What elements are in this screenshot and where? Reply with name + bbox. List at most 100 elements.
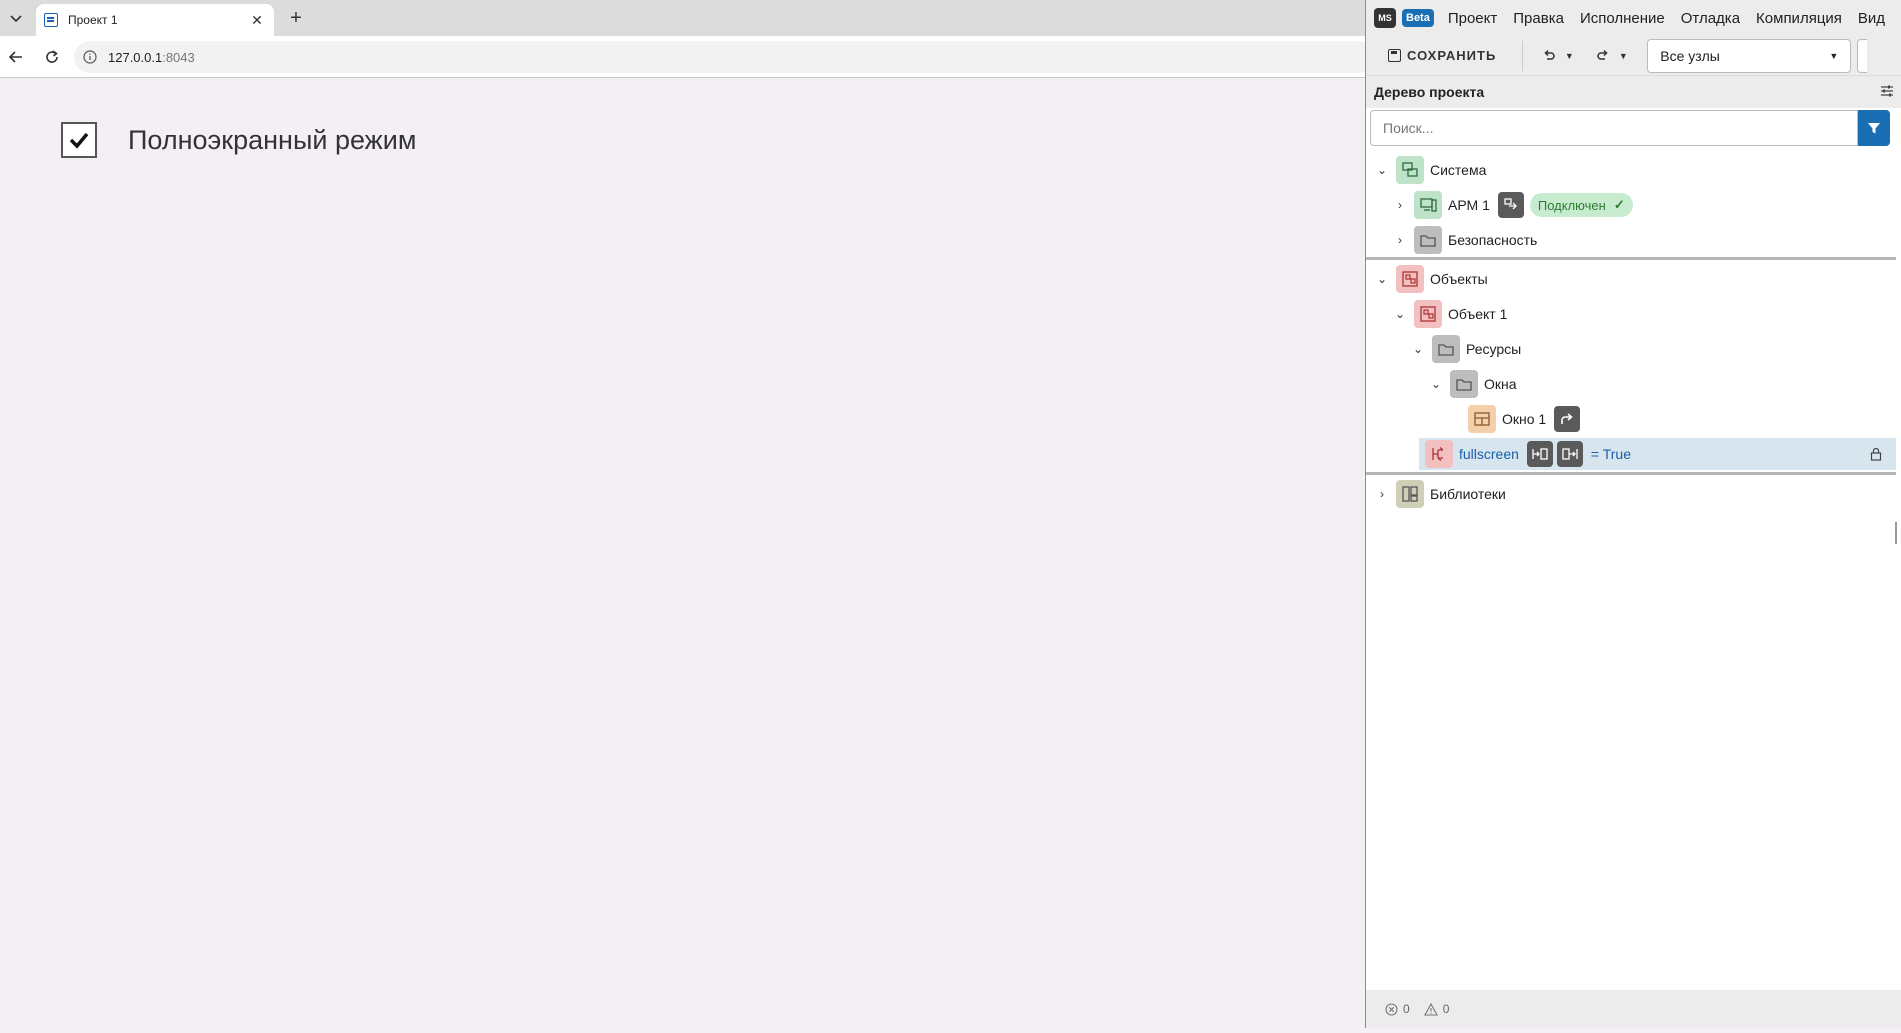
redo-icon[interactable] — [1591, 44, 1615, 68]
error-count[interactable]: 0 — [1384, 1002, 1410, 1016]
tree-node-label: АРМ 1 — [1448, 197, 1490, 213]
menu-debug[interactable]: Отладка — [1681, 10, 1740, 27]
error-icon — [1384, 1002, 1398, 1016]
status-text: Подключен — [1537, 197, 1606, 213]
tree-node-libraries[interactable]: › Библиотеки — [1366, 478, 1896, 510]
window-icon — [1468, 405, 1496, 433]
address-bar[interactable]: 127.0.0.1:8043 — [74, 41, 1374, 73]
page-favicon-icon — [44, 13, 58, 27]
tree-search-row — [1370, 110, 1890, 146]
menu-project[interactable]: Проект — [1448, 10, 1497, 27]
new-tab-button[interactable]: + — [284, 6, 308, 30]
site-info-icon[interactable] — [82, 49, 98, 65]
tree-node-label: Объекты — [1430, 271, 1488, 287]
ms-logo: MS — [1374, 8, 1396, 28]
toolbar-divider — [1522, 40, 1524, 71]
tree-section-divider — [1366, 472, 1896, 475]
undo-history-caret-icon[interactable]: ▼ — [1561, 44, 1577, 68]
tree-node-label: Ресурсы — [1466, 341, 1522, 357]
tree-node-resources[interactable]: ⌄ Ресурсы — [1366, 333, 1896, 365]
tree-node-objects[interactable]: ⌄ Объекты — [1366, 263, 1896, 295]
tree-node-label: Безопасность — [1448, 232, 1538, 248]
output-binding-icon[interactable] — [1556, 441, 1583, 467]
lock-icon[interactable] — [1868, 446, 1884, 462]
tree-node-window1[interactable]: Окно 1 — [1366, 403, 1896, 435]
collapsed-chevron-icon[interactable]: › — [1372, 484, 1392, 504]
fullscreen-checkbox[interactable] — [61, 122, 97, 158]
menu-run[interactable]: Исполнение — [1580, 10, 1665, 27]
tab-title: Проект 1 — [68, 13, 118, 27]
tree-node-windows[interactable]: ⌄ Окна — [1366, 368, 1896, 400]
libraries-icon — [1396, 480, 1424, 508]
toolbar-overflow-field[interactable] — [1857, 38, 1868, 73]
tree-node-object1[interactable]: ⌄ Объект 1 — [1366, 298, 1896, 330]
collapsed-chevron-icon[interactable]: › — [1390, 230, 1410, 250]
tab-close-icon[interactable]: ✕ — [248, 11, 266, 29]
beta-badge: Beta — [1402, 9, 1434, 27]
connection-tag-icon[interactable] — [1497, 192, 1524, 218]
tree-node-label: Окно 1 — [1502, 411, 1547, 427]
save-disk-icon — [1388, 49, 1401, 62]
ide-panel: MS Beta Проект Правка Исполнение Отладка… — [1365, 0, 1901, 1028]
tree-scrollbar[interactable] — [1895, 522, 1897, 544]
save-button-label: СОХРАНИТЬ — [1407, 48, 1497, 63]
expanded-chevron-icon[interactable]: ⌄ — [1390, 304, 1410, 324]
ide-toolbar: СОХРАНИТЬ ▼ ▼ Все узлы ▼ — [1366, 36, 1901, 76]
tree-node-system[interactable]: ⌄ Система — [1366, 154, 1896, 186]
nodes-filter-select[interactable]: Все узлы ▼ — [1647, 38, 1852, 73]
tree-node-security[interactable]: › Безопасность — [1366, 224, 1896, 256]
filter-icon — [1868, 123, 1880, 134]
tree-node-fullscreen-variable[interactable]: fullscreen = True — [1419, 438, 1896, 470]
tree-settings-icon[interactable] — [1880, 84, 1894, 100]
expanded-chevron-icon[interactable]: ⌄ — [1408, 339, 1428, 359]
folder-icon — [1414, 226, 1442, 254]
url-host: 127.0.0.1 — [108, 49, 163, 65]
undo-icon[interactable] — [1537, 44, 1561, 68]
error-count-value: 0 — [1403, 1002, 1410, 1016]
tree-node-label: fullscreen — [1459, 446, 1519, 462]
open-window-arrow-icon[interactable] — [1554, 406, 1581, 432]
save-button[interactable]: СОХРАНИТЬ — [1388, 48, 1496, 63]
tree-node-label: Объект 1 — [1448, 306, 1508, 322]
menu-edit[interactable]: Правка — [1513, 10, 1564, 27]
variable-icon — [1425, 440, 1453, 468]
expanded-chevron-icon[interactable]: ⌄ — [1426, 374, 1446, 394]
folder-icon — [1432, 335, 1460, 363]
reload-icon[interactable] — [40, 45, 64, 69]
tree-section-divider — [1366, 257, 1896, 260]
ide-menubar: MS Beta Проект Правка Исполнение Отладка… — [1366, 0, 1901, 36]
collapsed-chevron-icon[interactable]: › — [1390, 195, 1410, 215]
warning-count-value: 0 — [1442, 1002, 1450, 1016]
tree-node-label: Библиотеки — [1430, 486, 1506, 502]
menu-view[interactable]: Вид — [1858, 10, 1885, 27]
input-binding-icon[interactable] — [1526, 441, 1553, 467]
object-icon — [1414, 300, 1442, 328]
checkmark-icon — [69, 132, 89, 149]
folder-icon — [1450, 370, 1478, 398]
tree-node-label: Система — [1430, 162, 1487, 178]
tab-list-chevron-icon[interactable] — [4, 6, 28, 30]
expanded-chevron-icon[interactable]: ⌄ — [1372, 269, 1392, 289]
page-content: Полноэкранный режим — [0, 78, 1365, 1033]
select-caret-icon: ▼ — [1829, 50, 1839, 61]
tree-search-input[interactable] — [1370, 110, 1858, 146]
expanded-chevron-icon[interactable]: ⌄ — [1372, 160, 1392, 180]
nodes-filter-value: Все узлы — [1660, 47, 1720, 64]
tree-panel-header: Дерево проекта — [1366, 76, 1901, 108]
tree-node-label: Окна — [1484, 376, 1517, 392]
variable-value: = True — [1590, 446, 1632, 462]
ide-status-bar: 0 0 — [1366, 990, 1901, 1028]
status-check-icon: ✓ — [1613, 197, 1625, 212]
tree-node-arm1[interactable]: › АРМ 1 Подключен ✓ — [1366, 189, 1896, 221]
redo-history-caret-icon[interactable]: ▼ — [1615, 44, 1631, 68]
browser-tab[interactable]: Проект 1 ✕ — [36, 4, 274, 36]
workstation-icon — [1414, 191, 1442, 219]
status-badge: Подключен ✓ — [1529, 193, 1633, 217]
warning-icon — [1423, 1002, 1438, 1016]
menu-compile[interactable]: Компиляция — [1756, 10, 1842, 27]
system-icon — [1396, 156, 1424, 184]
filter-button[interactable] — [1858, 110, 1890, 146]
back-arrow-icon[interactable] — [4, 45, 28, 69]
fullscreen-checkbox-label: Полноэкранный режим — [128, 125, 417, 155]
warning-count[interactable]: 0 — [1423, 1002, 1450, 1016]
